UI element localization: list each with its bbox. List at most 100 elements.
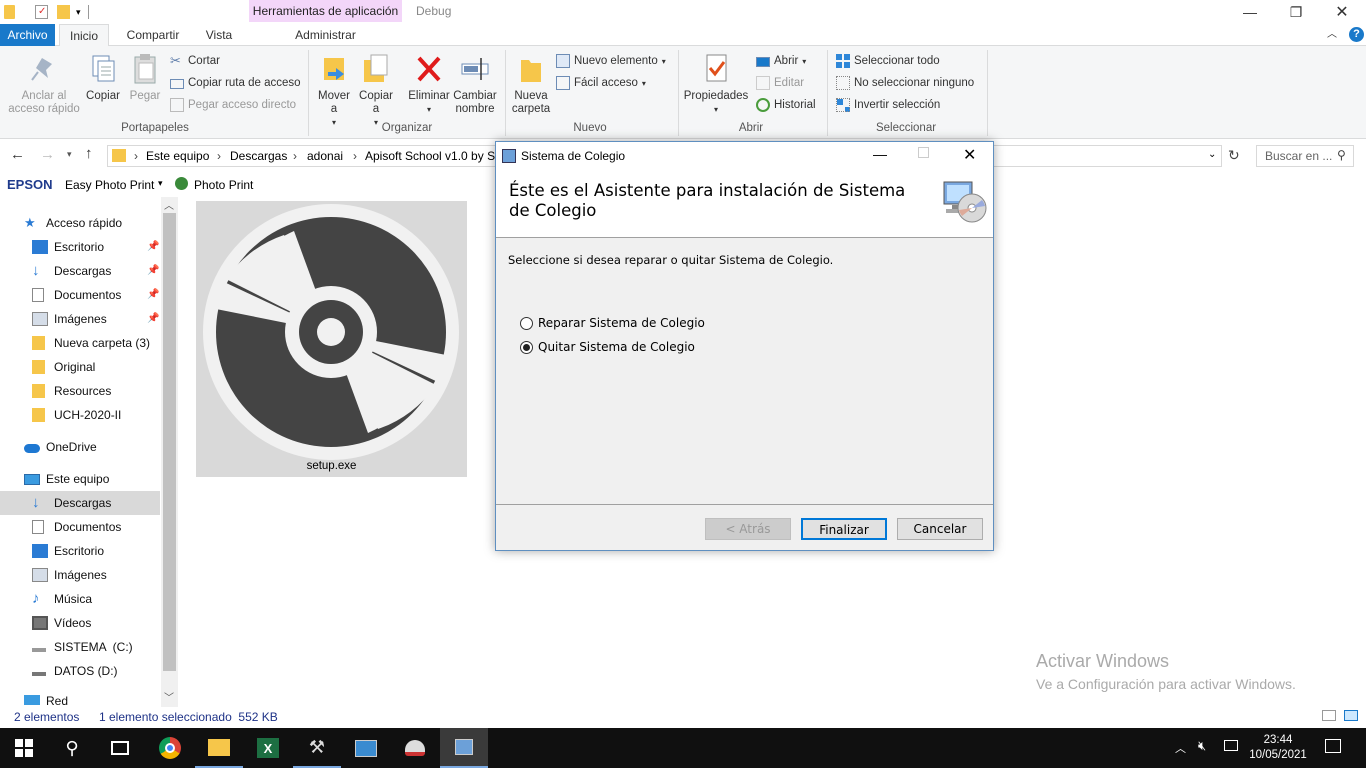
rename-button[interactable]: Cambiar nombre xyxy=(452,52,498,116)
nav-nueva-carpeta-3[interactable]: Nueva carpeta (3) xyxy=(32,331,160,355)
details-view-icon[interactable] xyxy=(1322,710,1336,721)
address-dropdown-icon[interactable]: ⌄ xyxy=(1208,149,1216,160)
forward-arrow-icon[interactable]: → xyxy=(40,146,55,163)
tab-compartir[interactable]: Compartir xyxy=(118,24,188,46)
nav-pc-drive-c[interactable]: SISTEMA (C:) xyxy=(32,635,160,659)
start-button[interactable] xyxy=(0,728,48,768)
pin-quick-access-button[interactable]: Anclar al acceso rápido xyxy=(4,52,84,116)
nav-escritorio[interactable]: Escritorio xyxy=(32,235,160,259)
back-button[interactable]: < Atrás xyxy=(705,518,791,540)
new-folder-button[interactable]: Nueva carpeta xyxy=(509,52,553,116)
customize-arrow-icon[interactable]: ▾ xyxy=(76,7,81,18)
large-icons-view-icon[interactable] xyxy=(1344,710,1358,721)
show-hidden-icons-icon[interactable]: ︿ xyxy=(1175,740,1186,756)
nav-este-equipo[interactable]: Este equipo xyxy=(24,467,160,491)
nav-pc-drive-d[interactable]: DATOS (D:) xyxy=(32,659,160,683)
nav-pc-imagenes[interactable]: Imágenes xyxy=(32,563,160,587)
app-window-taskbar-icon[interactable] xyxy=(342,728,390,768)
notifications-icon[interactable] xyxy=(1325,739,1341,753)
volume-muted-icon[interactable]: 🔇︎ xyxy=(1198,738,1206,754)
tab-inicio[interactable]: Inicio xyxy=(59,24,109,47)
easy-photo-print-button[interactable]: Easy Photo Print xyxy=(65,178,154,192)
file-explorer-taskbar-icon[interactable] xyxy=(195,728,243,768)
helmet-app-taskbar-icon[interactable] xyxy=(391,728,439,768)
up-arrow-icon[interactable]: ↑ xyxy=(85,145,93,162)
context-tab-app-tools[interactable]: Herramientas de aplicación xyxy=(249,0,402,22)
new-folder-icon[interactable] xyxy=(57,5,70,19)
scroll-down-icon[interactable]: ﹀ xyxy=(164,689,174,704)
open-button[interactable]: Abrir ▾ xyxy=(756,52,806,70)
close-button[interactable]: ✕ xyxy=(1319,0,1365,24)
nav-imagenes[interactable]: Imágenes xyxy=(32,307,160,331)
radio-repair[interactable]: Reparar Sistema de Colegio xyxy=(520,316,705,330)
nav-resources[interactable]: Resources xyxy=(32,379,160,403)
select-none-button[interactable]: No seleccionar ninguno xyxy=(836,74,974,92)
radio-circle[interactable] xyxy=(520,316,533,330)
chevron-right-icon[interactable]: › xyxy=(134,149,138,163)
edit-button[interactable]: Editar xyxy=(756,74,804,92)
minimize-button[interactable]: — xyxy=(1227,0,1273,24)
chevron-right-icon[interactable]: › xyxy=(217,149,221,163)
paste-shortcut-button[interactable]: Pegar acceso directo xyxy=(170,96,296,114)
photo-print-button[interactable]: Photo Print xyxy=(194,178,253,192)
search-icon[interactable]: ⚲ xyxy=(48,728,96,768)
clock[interactable]: 23:44 10/05/2021 xyxy=(1246,733,1310,763)
dialog-close-button[interactable]: ✕ xyxy=(963,145,976,165)
tools-taskbar-icon[interactable]: ⚒ xyxy=(293,728,341,768)
finish-button[interactable]: Finalizar xyxy=(801,518,887,540)
tab-archivo[interactable]: Archivo xyxy=(0,24,55,46)
nav-uch-2020-ii[interactable]: UCH-2020-II xyxy=(32,403,160,427)
radio-remove[interactable]: Quitar Sistema de Colegio xyxy=(520,340,695,354)
breadcrumb-item[interactable]: Este equipo xyxy=(146,149,209,163)
chevron-right-icon[interactable]: › xyxy=(353,149,357,163)
dialog-maximize-button[interactable] xyxy=(918,147,929,158)
new-item-button[interactable]: Nuevo elemento ▾ xyxy=(556,52,666,70)
nav-original[interactable]: Original xyxy=(32,355,160,379)
help-icon[interactable]: ? xyxy=(1349,27,1364,42)
invert-selection-button[interactable]: Invertir selección xyxy=(836,96,940,114)
file-item-setup[interactable]: setup.exe xyxy=(196,201,467,477)
cut-button[interactable]: ✂ Cortar xyxy=(170,52,220,70)
nav-scrollbar[interactable]: ︿ ﹀ xyxy=(161,197,178,707)
nav-onedrive[interactable]: OneDrive xyxy=(24,435,160,459)
nav-pc-descargas[interactable]: ↓ Descargas xyxy=(0,491,160,515)
paste-button[interactable]: Pegar xyxy=(126,52,164,103)
history-button[interactable]: Historial xyxy=(756,96,816,114)
copy-to-button[interactable]: Copiar a ▾ xyxy=(356,52,396,129)
delete-button[interactable]: Eliminar ▾ xyxy=(406,52,452,116)
breadcrumb-item[interactable]: adonai xyxy=(307,149,343,163)
move-to-button[interactable]: Mover a ▾ xyxy=(314,52,354,129)
nav-red[interactable]: Red xyxy=(24,691,160,707)
network-icon[interactable] xyxy=(1224,740,1238,751)
nav-descargas[interactable]: ↓ Descargas xyxy=(32,259,160,283)
properties-button[interactable]: Propiedades ▾ xyxy=(682,52,750,116)
tab-administrar[interactable]: Administrar xyxy=(249,24,402,46)
installer-taskbar-icon[interactable] xyxy=(440,728,488,768)
easy-access-button[interactable]: Fácil acceso ▾ xyxy=(556,74,646,92)
properties-icon[interactable]: ✓ xyxy=(35,5,48,19)
chevron-right-icon[interactable]: › xyxy=(293,149,297,163)
radio-circle-selected[interactable] xyxy=(520,340,533,354)
copy-button[interactable]: Copiar xyxy=(84,52,122,103)
scroll-up-icon[interactable]: ︿ xyxy=(164,197,174,212)
tab-vista[interactable]: Vista xyxy=(196,24,242,46)
nav-documentos[interactable]: Documentos xyxy=(32,283,160,307)
nav-pc-videos[interactable]: Vídeos xyxy=(32,611,160,635)
back-arrow-icon[interactable]: ← xyxy=(10,146,25,163)
breadcrumb-item[interactable]: Apisoft School v1.0 by St xyxy=(365,149,498,163)
scroll-thumb[interactable] xyxy=(163,213,176,671)
nav-pc-documentos[interactable]: Documentos xyxy=(32,515,160,539)
chrome-taskbar-icon[interactable] xyxy=(146,728,194,768)
collapse-ribbon-icon[interactable]: ︿ xyxy=(1322,24,1342,46)
copy-path-button[interactable]: Copiar ruta de acceso xyxy=(170,74,301,92)
search-box[interactable]: Buscar en ... ⚲ xyxy=(1256,145,1354,167)
breadcrumb-item[interactable]: Descargas xyxy=(230,149,287,163)
nav-quick-access[interactable]: ★ Acceso rápido xyxy=(24,211,160,235)
recent-locations-icon[interactable]: ▾ xyxy=(67,149,72,160)
dialog-minimize-button[interactable]: — xyxy=(873,146,887,162)
dropdown-arrow-icon[interactable]: ▾ xyxy=(158,178,163,189)
cancel-button[interactable]: Cancelar xyxy=(897,518,983,540)
nav-pc-escritorio[interactable]: Escritorio xyxy=(32,539,160,563)
excel-taskbar-icon[interactable]: X xyxy=(244,728,292,768)
restore-button[interactable]: ❐ xyxy=(1273,0,1319,24)
